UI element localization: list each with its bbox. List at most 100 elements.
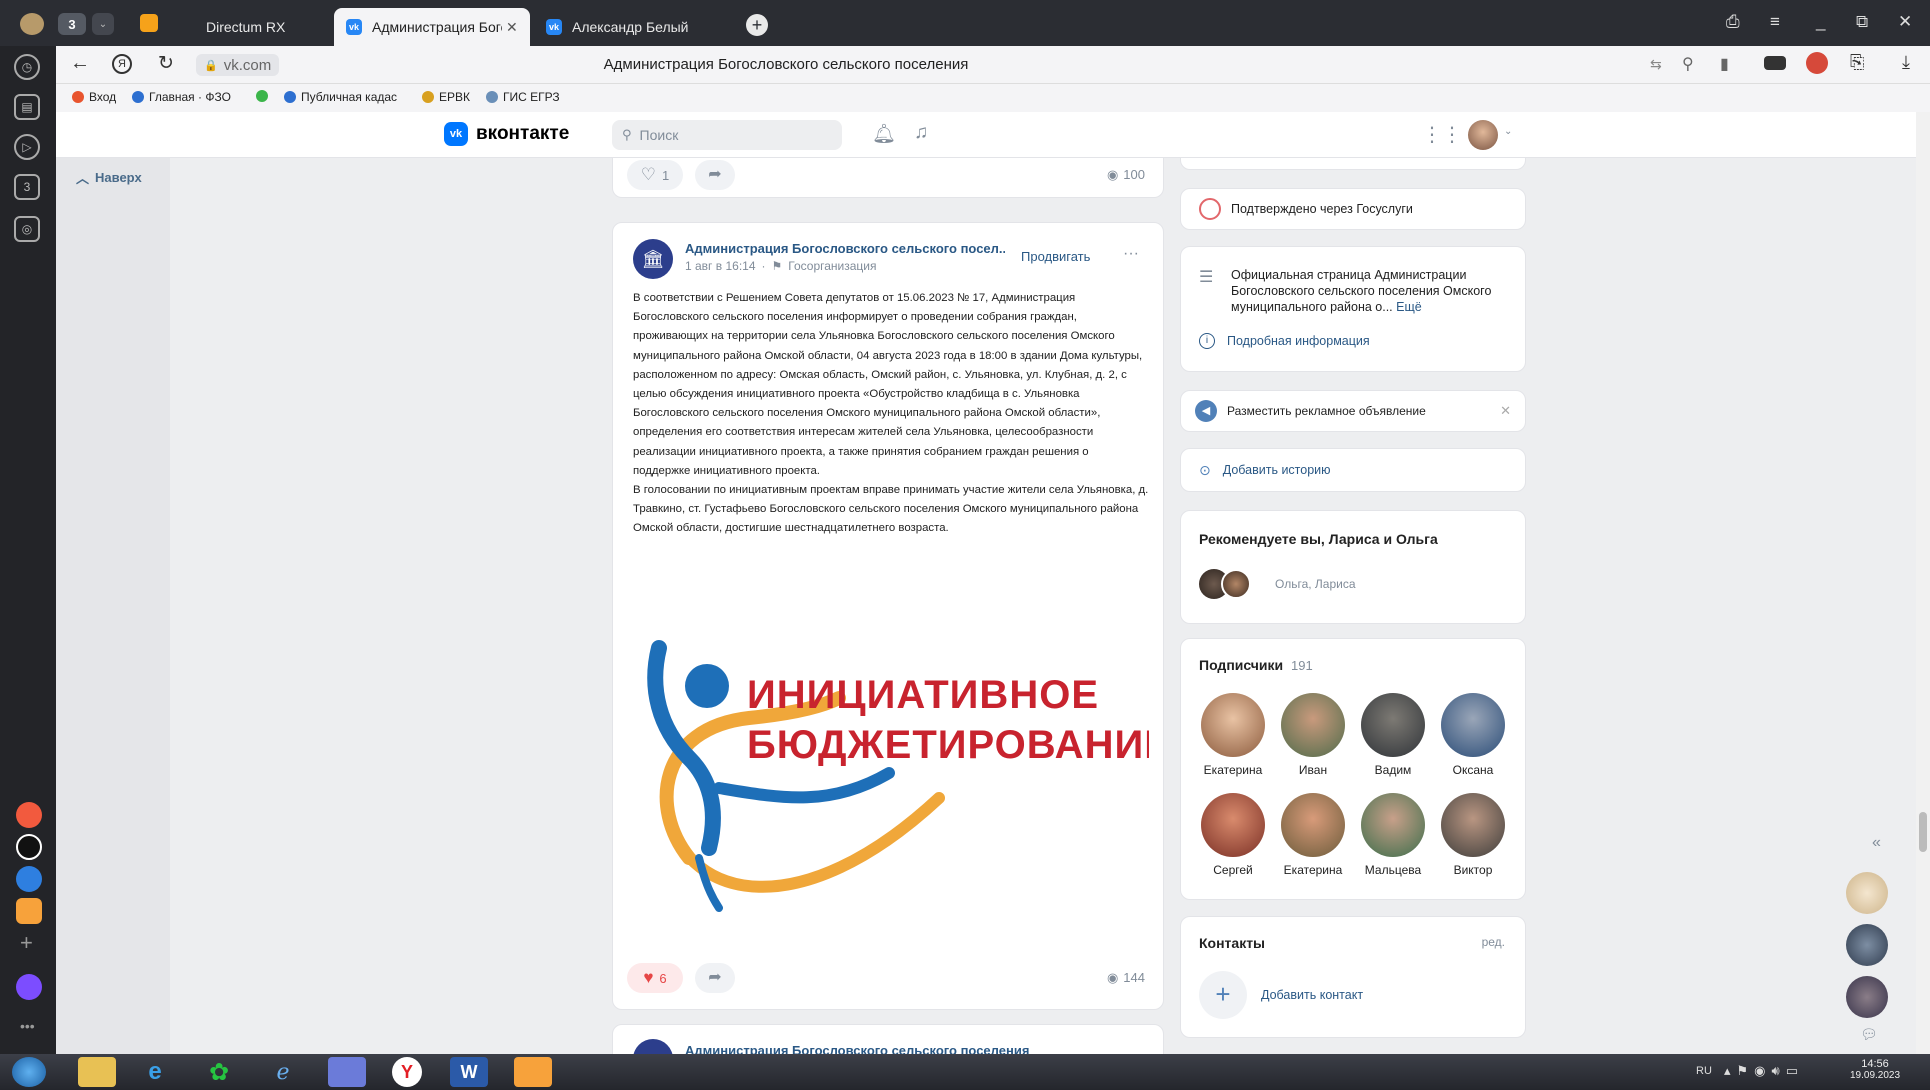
share-button[interactable]: ➦: [695, 963, 735, 993]
scrollbar-thumb[interactable]: [1919, 812, 1927, 852]
url-chip[interactable]: 🔒 vk.com: [196, 54, 280, 76]
chrome-taskbar-icon[interactable]: ℯ: [264, 1057, 302, 1087]
profile-avatar[interactable]: [1468, 120, 1498, 150]
close-tab-icon[interactable]: ✕: [506, 19, 518, 36]
clock[interactable]: 14:56 19.09.2023: [1850, 1058, 1900, 1081]
subscriber-avatar[interactable]: [1201, 793, 1265, 857]
subscriber-avatar[interactable]: [1361, 793, 1425, 857]
start-button[interactable]: [12, 1057, 46, 1087]
subscriber-avatar[interactable]: [1441, 793, 1505, 857]
vk-search-box[interactable]: ⚲ Поиск: [612, 120, 842, 150]
reload-icon[interactable]: ↻: [158, 52, 174, 75]
chat-avatar[interactable]: [1846, 872, 1888, 914]
vk-logo[interactable]: vk вконтакте: [444, 122, 569, 146]
subscriber-name[interactable]: Екатерина: [1191, 763, 1275, 777]
chat-bubble-icon[interactable]: 💬︎: [1860, 1026, 1878, 1043]
new-tab-button[interactable]: +: [746, 14, 768, 36]
extension-icon[interactable]: ⚲: [1682, 54, 1694, 74]
notes-icon[interactable]: ▤: [14, 94, 40, 120]
pinned-tab[interactable]: [140, 14, 158, 32]
subscriber-name[interactable]: Мальцева: [1351, 863, 1435, 877]
notifications-icon[interactable]: 🔔︎: [872, 122, 896, 146]
app2-taskbar-icon[interactable]: [328, 1057, 366, 1087]
promote-button[interactable]: Продвигать: [1021, 249, 1090, 264]
tab-count-button[interactable]: 3: [58, 13, 86, 35]
community-avatar[interactable]: [633, 1039, 673, 1054]
story-card[interactable]: ⊙ Добавить историю: [1180, 448, 1526, 492]
restore-icon[interactable]: ⧉: [1856, 12, 1868, 32]
apps-grid-icon[interactable]: ⋮⋮: [1422, 122, 1462, 147]
ad-card[interactable]: ◀ Разместить рекламное объявление ✕: [1180, 390, 1526, 432]
language-indicator[interactable]: RU: [1696, 1065, 1712, 1077]
menu-icon[interactable]: ≡: [1770, 12, 1780, 32]
subscribers-header[interactable]: Подписчики 191: [1199, 657, 1313, 673]
tabs-dropdown-icon[interactable]: ⌄: [92, 13, 114, 35]
player-icon[interactable]: ▷: [14, 134, 40, 160]
bookmark-icon[interactable]: ▮: [1720, 54, 1729, 74]
chat-avatar[interactable]: [1846, 976, 1888, 1018]
bookmark-ervk[interactable]: ЕРВК: [422, 90, 470, 104]
bookmark-vhod[interactable]: Вход: [72, 90, 116, 104]
like-button[interactable]: ♥ 6: [627, 963, 683, 993]
subscriber-name[interactable]: Екатерина: [1271, 863, 1355, 877]
close-window-icon[interactable]: ✕: [1898, 12, 1912, 32]
back-icon[interactable]: ←: [70, 52, 90, 75]
bookmark-gis[interactable]: ГИС ЕГРЗ: [486, 90, 560, 104]
post-image[interactable]: ИНИЦИАТИВНОЕ БЮДЖЕТИРОВАНИЕ: [629, 608, 1149, 948]
collapse-chats-icon[interactable]: «: [1872, 834, 1881, 852]
screenshot-icon[interactable]: ◎: [14, 216, 40, 242]
subscriber-avatar[interactable]: [1441, 693, 1505, 757]
subscriber-name[interactable]: Сергей: [1191, 863, 1275, 877]
subscriber-avatar[interactable]: [1361, 693, 1425, 757]
assistant-app-icon[interactable]: [16, 974, 42, 1000]
explorer-taskbar-icon[interactable]: [78, 1057, 116, 1087]
chat-avatar[interactable]: [1846, 924, 1888, 966]
word-taskbar-icon[interactable]: W: [450, 1057, 488, 1087]
scroll-up-area[interactable]: [56, 158, 170, 1054]
tray-icons[interactable]: ▴⚑◉🔊︎▭: [1724, 1063, 1804, 1079]
details-link[interactable]: i Подробная информация: [1199, 333, 1370, 349]
tab-directum[interactable]: Directum RX: [180, 8, 330, 46]
subscriber-avatar[interactable]: [1201, 693, 1265, 757]
downloads-icon[interactable]: ⤓: [1902, 52, 1910, 73]
translate-icon[interactable]: ⇆: [1650, 56, 1662, 73]
yandex-icon[interactable]: Я: [112, 54, 132, 74]
tiktok-app-icon[interactable]: [16, 802, 42, 828]
post-author[interactable]: Администрация Богословского сельского по…: [685, 241, 1005, 256]
browser-logo-icon[interactable]: [20, 13, 44, 35]
subscriber-name[interactable]: Виктор: [1431, 863, 1515, 877]
music-icon[interactable]: ♫: [914, 122, 928, 144]
more-apps-icon[interactable]: •••: [20, 1018, 35, 1034]
yandex-taskbar-icon[interactable]: Y: [392, 1057, 422, 1087]
subscriber-name[interactable]: Иван: [1271, 763, 1355, 777]
add-app-icon[interactable]: +: [20, 930, 33, 956]
bookmark-green[interactable]: [256, 90, 268, 102]
history-icon[interactable]: ◷: [14, 54, 40, 80]
profile-chevron-icon[interactable]: ⌄: [1504, 126, 1512, 137]
bookmarks-panel-icon[interactable]: ⎙: [1726, 12, 1740, 32]
contacts-edit-link[interactable]: ред.: [1482, 935, 1505, 949]
community-avatar[interactable]: 🏛︎: [633, 239, 673, 279]
app-taskbar-icon[interactable]: ✿: [200, 1057, 238, 1087]
subscriber-name[interactable]: Оксана: [1431, 763, 1515, 777]
tab-aleksandr[interactable]: vk Александр Белый: [534, 8, 724, 46]
friend-avatar[interactable]: [1221, 569, 1251, 599]
bookmark-kadastr[interactable]: Публичная кадас: [284, 90, 397, 104]
bookmark-fzo[interactable]: Главная · ФЗО: [132, 90, 231, 104]
scroll-up-button[interactable]: ︿ Наверх: [76, 168, 142, 187]
more-options-icon[interactable]: ···: [1123, 245, 1139, 263]
subscriber-avatar[interactable]: [1281, 693, 1345, 757]
about-more-link[interactable]: Ещё: [1396, 300, 1422, 314]
ie-taskbar-icon[interactable]: e: [136, 1057, 174, 1087]
subscriber-name[interactable]: Вадим: [1351, 763, 1435, 777]
mail-taskbar-icon[interactable]: [514, 1057, 552, 1087]
like-button[interactable]: ♡ 1: [627, 160, 683, 190]
add-contact-button[interactable]: + Добавить контакт: [1199, 971, 1363, 1019]
messenger-app-icon[interactable]: [16, 866, 42, 892]
tabs-badge-icon[interactable]: 3: [14, 174, 40, 200]
extension-avatar-icon[interactable]: [1806, 52, 1828, 74]
mail-app-icon[interactable]: [16, 898, 42, 924]
close-ad-icon[interactable]: ✕: [1500, 403, 1511, 419]
reader-icon[interactable]: ⎘: [1850, 52, 1864, 73]
recommend-names[interactable]: Ольга, Лариса: [1275, 577, 1356, 591]
